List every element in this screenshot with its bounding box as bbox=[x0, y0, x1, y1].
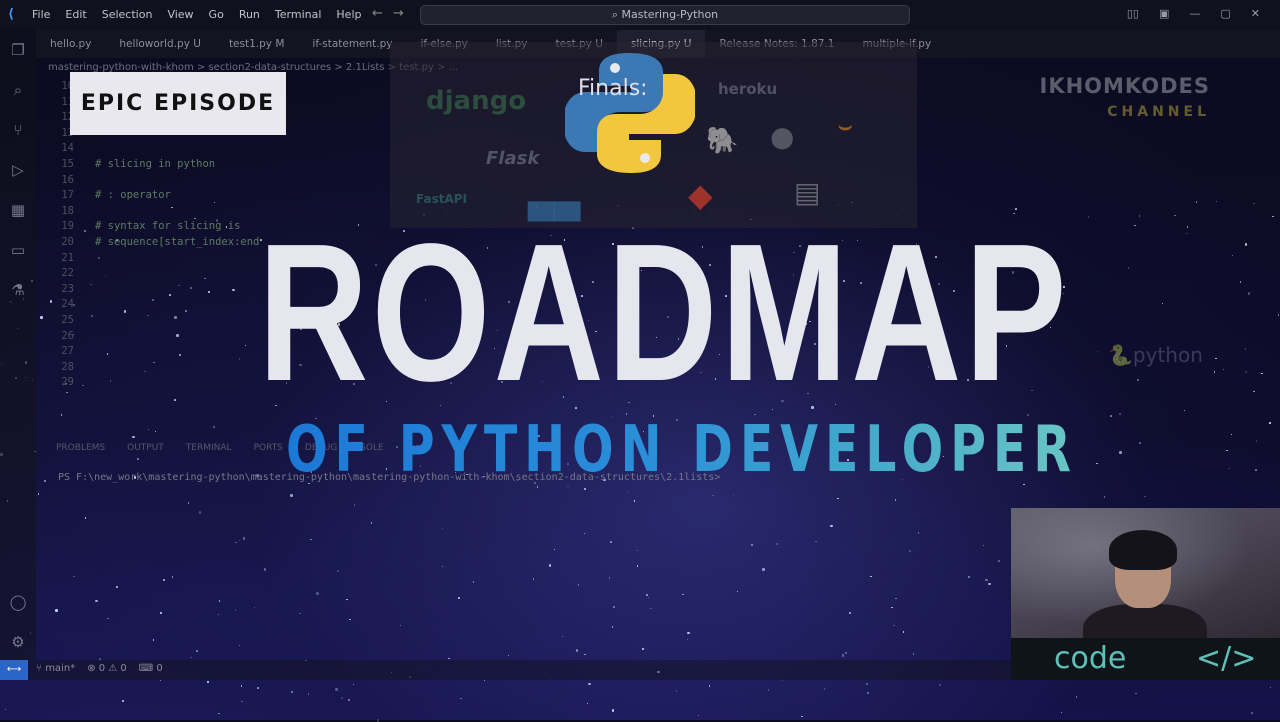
command-center-label: Mastering-Python bbox=[621, 8, 719, 21]
menu-bar: File Edit Selection View Go Run Terminal Help bbox=[32, 8, 361, 21]
flask-logo: Flask bbox=[486, 148, 540, 169]
remote-indicator-icon[interactable]: ⟷ bbox=[0, 660, 28, 680]
extensions-icon[interactable]: ▦ bbox=[8, 200, 28, 220]
code-line[interactable]: # sequence[start_index:end bbox=[95, 236, 259, 248]
toggle-panels-icon[interactable]: ▯▯ bbox=[1127, 7, 1139, 20]
editor-tab[interactable]: helloworld.py U bbox=[105, 30, 215, 58]
line-number: 10 bbox=[61, 80, 74, 92]
line-number: 16 bbox=[61, 173, 74, 186]
menu-item[interactable]: Go bbox=[209, 8, 224, 21]
line-number: 13 bbox=[61, 126, 74, 139]
webcam-feed bbox=[1011, 508, 1280, 638]
branch-name: main* bbox=[45, 663, 76, 674]
editor-tab[interactable]: hello.py bbox=[36, 30, 105, 58]
brand-sub: CHANNEL bbox=[1107, 104, 1210, 120]
finals-label: Finals: bbox=[578, 76, 648, 101]
line-number: 17 bbox=[61, 189, 74, 202]
code-brackets-icon: </> bbox=[1196, 641, 1257, 676]
line-number: 25 bbox=[61, 314, 74, 326]
line-number: 19 bbox=[61, 220, 74, 233]
heroku-logo: heroku bbox=[718, 80, 778, 98]
brand-name: IKHOMKODES bbox=[1039, 74, 1210, 98]
layout-icon[interactable]: ▣ bbox=[1159, 7, 1169, 20]
explorer-icon[interactable]: ❐ bbox=[8, 40, 28, 60]
line-number: 23 bbox=[61, 282, 74, 295]
django-logo: django bbox=[426, 86, 527, 116]
panel-tab[interactable]: TERMINAL bbox=[186, 443, 232, 453]
search-icon[interactable]: ⌕ bbox=[8, 80, 28, 100]
line-number: 27 bbox=[61, 345, 74, 358]
settings-gear-icon[interactable]: ⚙ bbox=[8, 632, 28, 652]
line-number: 14 bbox=[61, 142, 74, 155]
line-number: 22 bbox=[61, 267, 74, 280]
line-number: 18 bbox=[61, 204, 74, 217]
headline-subtitle: OF PYTHON DEVELOPER bbox=[286, 413, 1078, 487]
line-number: 11 bbox=[61, 95, 74, 108]
line-number: 28 bbox=[61, 360, 74, 373]
line-number: 29 bbox=[61, 376, 74, 389]
menu-item[interactable]: File bbox=[32, 8, 50, 21]
presenter-body bbox=[1083, 604, 1207, 638]
source-control-icon[interactable]: ⑂ bbox=[8, 120, 28, 140]
menu-item[interactable]: Help bbox=[336, 8, 361, 21]
window-controls: ▯▯ ▣ — ▢ ✕ bbox=[1127, 7, 1260, 20]
line-number: 15 bbox=[61, 158, 74, 170]
menu-item[interactable]: Edit bbox=[65, 8, 86, 21]
account-icon[interactable]: ◯ bbox=[8, 592, 28, 612]
close-icon[interactable]: ✕ bbox=[1251, 7, 1260, 20]
tech-logos-collage: Finals: django Flask heroku FastAPI 🐘 ● … bbox=[390, 42, 917, 228]
menu-item[interactable]: Terminal bbox=[275, 8, 322, 21]
panel-tab[interactable]: PROBLEMS bbox=[56, 443, 105, 453]
line-number: 20 bbox=[61, 236, 74, 248]
panel-tab[interactable]: PORTS bbox=[254, 443, 283, 453]
presenter-hair bbox=[1109, 530, 1177, 570]
channel-brand: IKHOMKODES CHANNEL bbox=[1040, 74, 1211, 120]
testing-icon[interactable]: ⚗ bbox=[8, 280, 28, 300]
remote-explorer-icon[interactable]: ▭ bbox=[8, 240, 28, 260]
line-number: 12 bbox=[61, 111, 74, 124]
line-number: 21 bbox=[61, 251, 74, 264]
line-number: 26 bbox=[61, 329, 74, 342]
python-watermark-text: python bbox=[1132, 343, 1203, 367]
run-debug-icon[interactable]: ▷ bbox=[8, 160, 28, 180]
problems-indicator[interactable]: ⊗ 0 ⚠ 0 bbox=[87, 663, 127, 674]
line-number: 24 bbox=[61, 298, 74, 311]
minimize-icon[interactable]: — bbox=[1189, 7, 1200, 20]
postgresql-icon: 🐘 bbox=[706, 126, 739, 156]
github-icon: ● bbox=[770, 120, 795, 153]
code-line[interactable]: # : operator bbox=[95, 189, 171, 201]
activity-bar: ❐ ⌕ ⑂ ▷ ▦ ▭ ⚗ ◯ ⚙ bbox=[0, 30, 36, 660]
maximize-icon[interactable]: ▢ bbox=[1220, 7, 1230, 20]
nav-arrows-icon[interactable]: ←→ bbox=[372, 6, 414, 21]
headline-roadmap: ROADMAP bbox=[258, 203, 1070, 422]
python-watermark: 🐍python bbox=[1108, 343, 1203, 367]
python-logo-icon bbox=[565, 53, 695, 173]
vscode-logo-icon: ⟨ bbox=[8, 7, 14, 22]
editor-tab[interactable]: test1.py M bbox=[215, 30, 298, 58]
menu-item[interactable]: View bbox=[167, 8, 193, 21]
badge-label: EPIC EPISODE bbox=[80, 91, 276, 116]
code-line[interactable]: # slicing in python bbox=[95, 158, 215, 170]
command-center-search[interactable]: ⌕ Mastering-Python bbox=[420, 5, 910, 25]
amazon-icon: ⌣ bbox=[838, 114, 853, 139]
code-line[interactable]: # syntax for slicing is bbox=[95, 220, 240, 232]
branch-indicator[interactable]: ⑂ main* bbox=[36, 663, 75, 674]
menu-item[interactable]: Run bbox=[239, 8, 260, 21]
epic-episode-badge: EPIC EPISODE bbox=[70, 72, 286, 135]
ports-indicator[interactable]: ⌨ 0 bbox=[139, 663, 163, 674]
menu-item[interactable]: Selection bbox=[102, 8, 153, 21]
titlebar: ⟨ File Edit Selection View Go Run Terminal Help… bbox=[0, 0, 1280, 30]
code-label: code bbox=[1054, 641, 1127, 676]
panel-tab[interactable]: OUTPUT bbox=[127, 443, 164, 453]
